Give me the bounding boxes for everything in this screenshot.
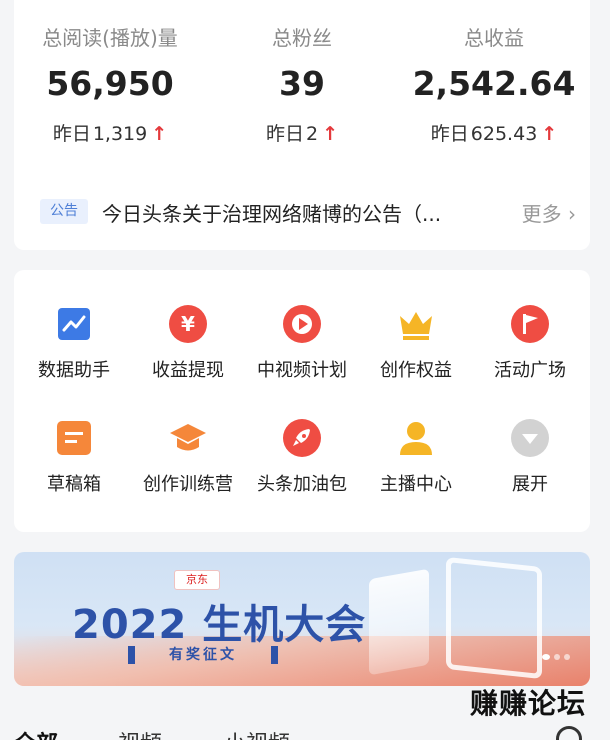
- yuan-icon: ¥: [168, 304, 208, 344]
- stat-value: 56,950: [46, 64, 174, 103]
- banner-title: 2022 生机大会: [72, 602, 367, 648]
- tool-label: 展开: [512, 474, 548, 495]
- tools-grid: 数据助手 ¥ 收益提现 中视频计划 创作权益 活动广场 草稿箱 创作训练营 头条…: [14, 270, 590, 532]
- draft-icon: [54, 418, 94, 458]
- promo-banner[interactable]: 京东 2022 生机大会 有奖征文: [14, 552, 590, 686]
- banner-logo: 京东: [174, 570, 220, 590]
- tool-label: 头条加油包: [257, 474, 347, 495]
- expand-chevron-icon: [510, 418, 550, 458]
- yesterday-value: 625.43: [470, 123, 538, 145]
- tool-creator-rights[interactable]: 创作权益: [360, 304, 472, 396]
- graduation-cap-icon: [168, 418, 208, 458]
- tool-label: 中视频计划: [257, 360, 347, 381]
- tab-short-video[interactable]: 小视频: [224, 726, 290, 740]
- arrow-up-icon: ↑: [541, 123, 558, 145]
- stat-value: 2,542.64: [412, 64, 576, 103]
- tab-video[interactable]: 视频: [118, 726, 162, 740]
- yesterday-label: 昨日: [430, 123, 469, 145]
- banner-frame-graphic: [446, 556, 542, 680]
- content-tabs: 全部 视频 小视频: [0, 712, 610, 740]
- play-icon: [282, 304, 322, 344]
- tool-mid-video-plan[interactable]: 中视频计划: [246, 304, 358, 396]
- stat-value: 39: [279, 64, 325, 103]
- notice-more-link[interactable]: 更多 ›: [522, 198, 576, 227]
- tool-activity-square[interactable]: 活动广场: [474, 304, 586, 396]
- yesterday-value: 2: [306, 123, 319, 145]
- anchor-user-icon: [396, 418, 436, 458]
- stat-yesterday: 昨日 1,319 ↑: [14, 119, 206, 146]
- stat-label: 总阅读(播放)量: [42, 26, 178, 50]
- flag-icon: [510, 304, 550, 344]
- tool-creator-camp[interactable]: 创作训练营: [132, 418, 244, 510]
- svg-text:¥: ¥: [181, 312, 195, 336]
- more-label: 更多: [521, 202, 562, 226]
- crown-icon: [396, 304, 436, 344]
- yesterday-label: 昨日: [265, 123, 304, 145]
- data-chart-icon: [54, 304, 94, 344]
- banner-phone-graphic: [369, 568, 429, 676]
- yesterday-value: 1,319: [92, 123, 148, 145]
- tool-data-assistant[interactable]: 数据助手: [18, 304, 130, 396]
- stat-yesterday: 昨日 625.43 ↑: [398, 119, 590, 146]
- banner-subtitle: 有奖征文: [128, 644, 278, 666]
- chevron-right-icon: ›: [568, 202, 576, 226]
- tool-label: 收益提现: [152, 360, 224, 381]
- notice-text[interactable]: 今日头条关于治理网络赌博的公告（...: [102, 198, 490, 227]
- tool-label: 数据助手: [38, 360, 110, 381]
- arrow-up-icon: ↑: [322, 123, 339, 145]
- search-icon[interactable]: [556, 726, 582, 740]
- notice-badge: 公告: [40, 199, 88, 224]
- yesterday-label: 昨日: [52, 123, 91, 145]
- arrow-up-icon: ↑: [151, 123, 168, 145]
- stats-card: 总阅读(播放)量 56,950 昨日 1,319 ↑ 总粉丝 39 昨日 2 ↑ 总收益…: [14, 0, 590, 250]
- stat-yesterday: 昨日 2 ↑: [206, 119, 398, 146]
- tool-label: 创作权益: [380, 360, 452, 381]
- rocket-icon: [282, 418, 322, 458]
- tool-drafts[interactable]: 草稿箱: [18, 418, 130, 510]
- tool-expand[interactable]: 展开: [474, 418, 586, 510]
- tool-label: 活动广场: [494, 360, 566, 381]
- tool-label: 创作训练营: [143, 474, 233, 495]
- notice-bar[interactable]: 公告 今日头条关于治理网络赌博的公告（... 更多 ›: [40, 188, 576, 232]
- stat-label: 总收益: [464, 26, 524, 50]
- banner-pagination: [538, 645, 570, 664]
- tab-all[interactable]: 全部: [14, 726, 58, 740]
- tool-anchor-center[interactable]: 主播中心: [360, 418, 472, 510]
- tool-label: 草稿箱: [47, 474, 101, 495]
- tool-toutiao-boost[interactable]: 头条加油包: [246, 418, 358, 510]
- tool-income-withdraw[interactable]: ¥ 收益提现: [132, 304, 244, 396]
- tool-label: 主播中心: [380, 474, 452, 495]
- stat-label: 总粉丝: [272, 26, 332, 50]
